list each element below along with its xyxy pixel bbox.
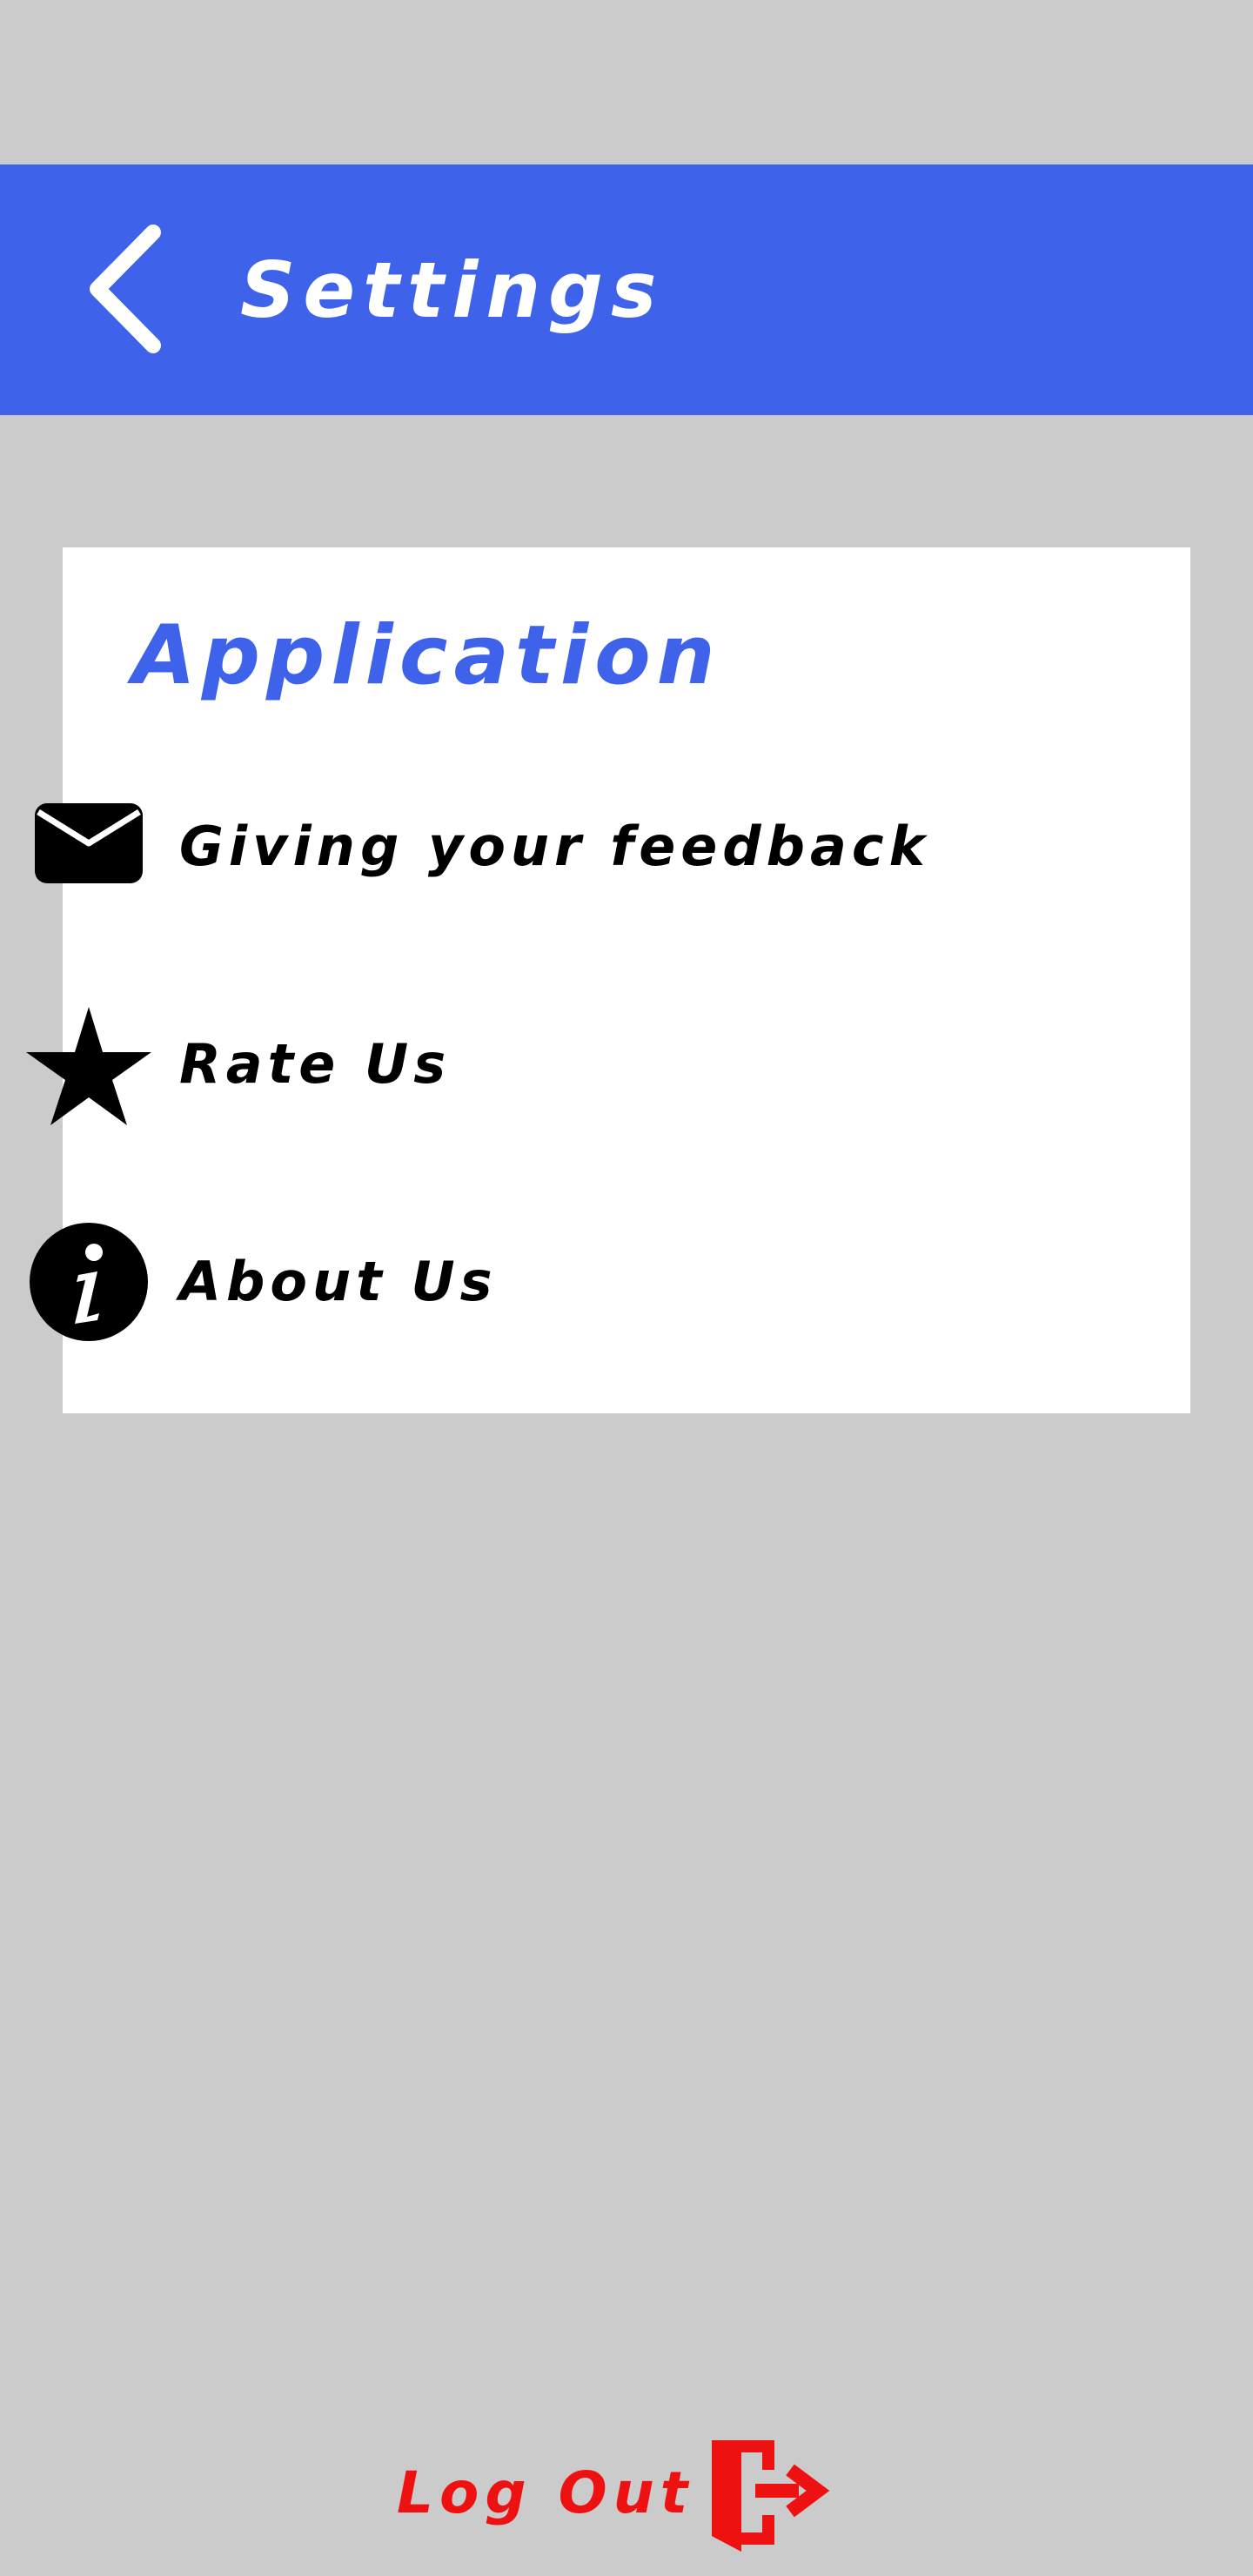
rate-us-label: Rate Us	[179, 1032, 452, 1096]
chevron-left-icon	[77, 215, 190, 363]
logout-label: Log Out	[397, 2459, 694, 2526]
page-title: Settings	[240, 245, 665, 335]
app-bar: Settings	[0, 164, 1253, 415]
feedback-menu-item[interactable]: Giving your feedback	[0, 768, 1128, 925]
back-button[interactable]	[77, 215, 190, 363]
section-title: Application	[132, 608, 721, 703]
logout-button[interactable]: Log Out	[397, 2428, 841, 2559]
about-us-label: About Us	[179, 1250, 498, 1313]
info-icon	[24, 1219, 153, 1345]
feedback-label: Giving your feedback	[179, 815, 930, 878]
settings-screen: Settings Application Giving your feedbac…	[0, 0, 1253, 2576]
logout-door-icon	[708, 2435, 830, 2552]
mail-icon	[24, 784, 153, 909]
rate-us-menu-item[interactable]: Rate Us	[0, 986, 1128, 1143]
about-us-menu-item[interactable]: About Us	[0, 1204, 1128, 1360]
star-icon	[24, 1002, 153, 1127]
